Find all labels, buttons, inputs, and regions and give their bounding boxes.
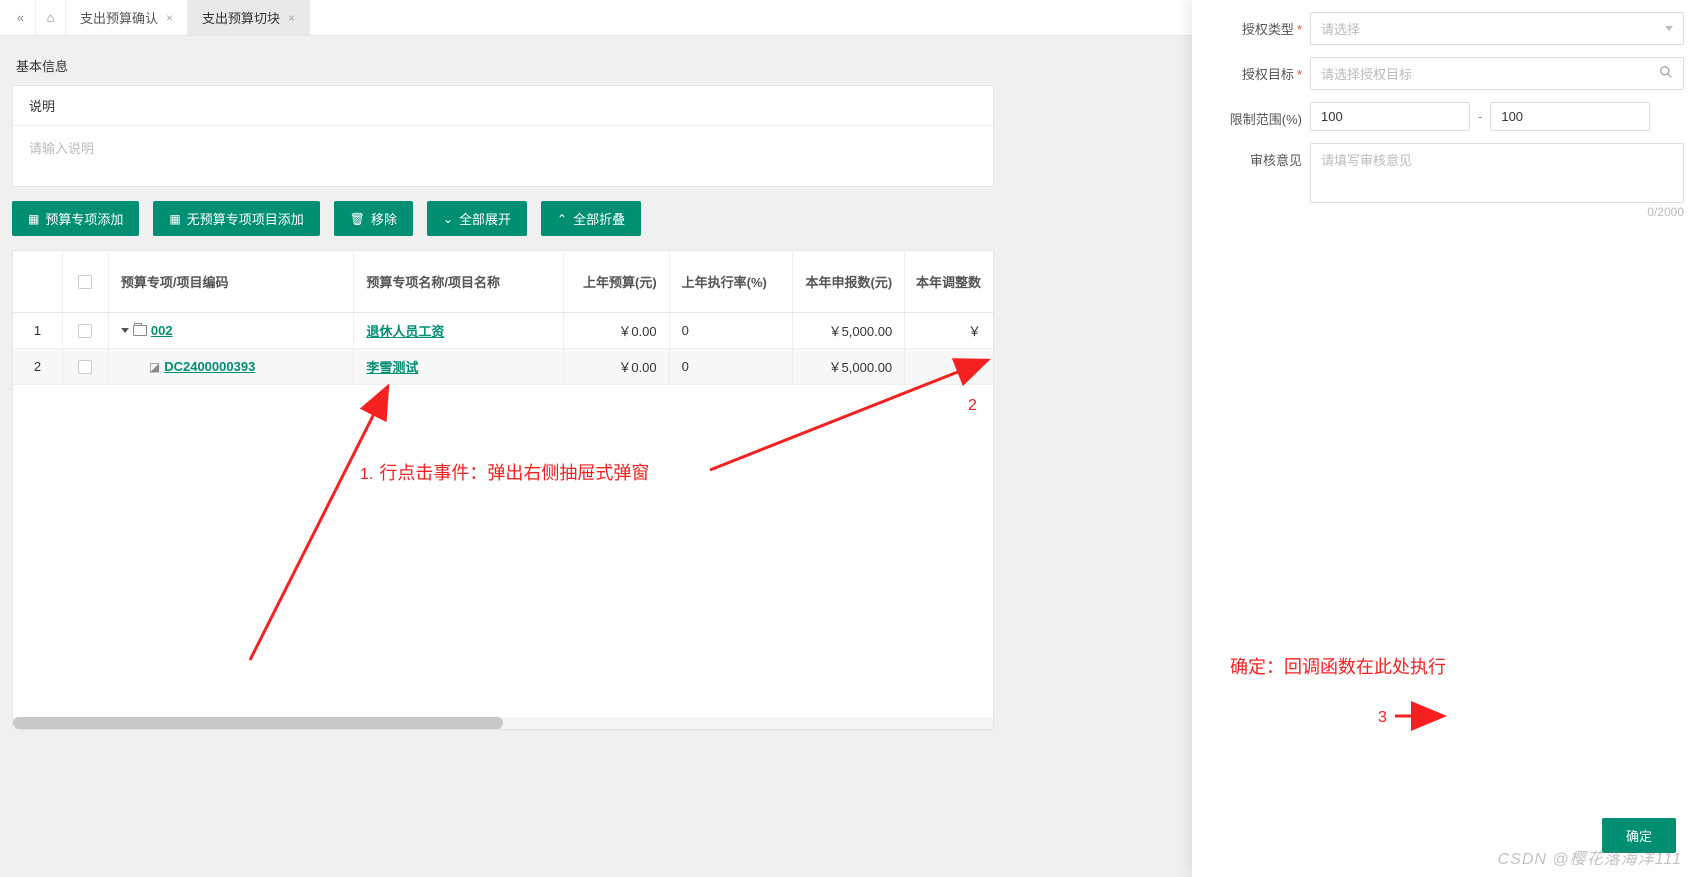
label-review: 审核意见 bbox=[1202, 143, 1310, 169]
main-content: 基本信息 说明 请输入说明 ▦ 预算专项添加 ▦ 无预算专项项目添加 🗑 移除 ⌄ 全部… bbox=[0, 36, 1006, 742]
leaf-icon: ◪ bbox=[149, 360, 160, 374]
folder-icon bbox=[133, 325, 147, 336]
auth-type-select[interactable]: 请选择 bbox=[1310, 12, 1684, 45]
th-name: 预算专项名称/项目名称 bbox=[354, 251, 564, 312]
plus-icon: ▦ bbox=[28, 212, 39, 226]
cell-index: 2 bbox=[13, 349, 63, 384]
tab-expense-block[interactable]: 支出预算切块 × bbox=[188, 0, 310, 35]
char-counter: 0/2000 bbox=[1310, 205, 1684, 219]
h-scrollbar-thumb[interactable] bbox=[13, 717, 503, 729]
caret-down-icon[interactable] bbox=[121, 328, 129, 333]
button-label: 确定 bbox=[1626, 826, 1652, 845]
cell-prev: ￥0.00 bbox=[564, 313, 670, 348]
cell-checkbox bbox=[63, 349, 109, 384]
th-apply: 本年申报数(元) bbox=[793, 251, 905, 312]
expand-all-button[interactable]: ⌄ 全部展开 bbox=[427, 201, 527, 236]
th-prev-rate: 上年执行率(%) bbox=[670, 251, 794, 312]
cell-checkbox bbox=[63, 313, 109, 348]
plus-icon: ▦ bbox=[169, 212, 180, 226]
field-limit-range: 限制范围(%) - bbox=[1202, 102, 1684, 131]
name-link[interactable]: 退休人员工资 bbox=[366, 321, 444, 340]
th-adjust: 本年调整数 bbox=[905, 251, 993, 312]
table-header: 预算专项/项目编码 预算专项名称/项目名称 上年预算(元) 上年执行率(%) 本… bbox=[13, 251, 993, 313]
field-auth-type: 授权类型* 请选择 bbox=[1202, 12, 1684, 45]
button-label: 移除 bbox=[371, 209, 397, 228]
field-review: 审核意见 请填写审核意见 0/2000 bbox=[1202, 143, 1684, 219]
button-label: 全部展开 bbox=[459, 209, 511, 228]
table-row[interactable]: 1 002 退休人员工资 ￥0.00 0 ￥5,000.00 ￥ bbox=[13, 313, 993, 349]
h-scrollbar-track[interactable] bbox=[13, 717, 993, 729]
select-placeholder: 请选择 bbox=[1321, 19, 1360, 38]
row-checkbox[interactable] bbox=[78, 324, 92, 338]
watermark: CSDN @樱花落海洋111 bbox=[1498, 845, 1682, 869]
table-row[interactable]: 2 ◪ DC2400000393 李雪测试 ￥0.00 0 ￥5,000.00 … bbox=[13, 349, 993, 385]
table-toolbar: ▦ 预算专项添加 ▦ 无预算专项项目添加 🗑 移除 ⌄ 全部展开 ⌃ 全部折叠 bbox=[12, 201, 994, 236]
cell-name: 退休人员工资 bbox=[354, 313, 564, 348]
label-auth-target: 授权目标* bbox=[1202, 57, 1310, 83]
chevron-up-icon: ⌃ bbox=[557, 212, 567, 226]
section-basic-info-title: 基本信息 bbox=[16, 56, 990, 75]
button-label: 预算专项添加 bbox=[45, 209, 123, 228]
cell-code: ◪ DC2400000393 bbox=[109, 349, 354, 384]
select-placeholder: 请选择授权目标 bbox=[1321, 64, 1412, 83]
description-input[interactable]: 请输入说明 bbox=[13, 126, 993, 186]
table-body: 1 002 退休人员工资 ￥0.00 0 ￥5,000.00 ￥ 2 bbox=[13, 313, 993, 385]
description-panel: 说明 请输入说明 bbox=[12, 85, 994, 187]
collapse-all-button[interactable]: ⌃ 全部折叠 bbox=[541, 201, 641, 236]
add-special-button[interactable]: ▦ 预算专项添加 bbox=[12, 201, 139, 236]
cell-rate: 0 bbox=[670, 349, 794, 384]
range-separator: - bbox=[1470, 109, 1490, 124]
cell-adjust: ￥ bbox=[905, 349, 993, 384]
home-icon[interactable]: ⌂ bbox=[36, 0, 66, 35]
description-label: 说明 bbox=[13, 86, 993, 126]
chevron-down-icon bbox=[1665, 26, 1673, 31]
chevron-down-icon: ⌄ bbox=[443, 212, 453, 226]
review-textarea[interactable]: 请填写审核意见 bbox=[1310, 143, 1684, 203]
row-checkbox[interactable] bbox=[78, 360, 92, 374]
tab-label: 支出预算确认 bbox=[80, 8, 158, 27]
add-project-button[interactable]: ▦ 无预算专项项目添加 bbox=[153, 201, 319, 236]
cell-name: 李雪测试 bbox=[354, 349, 564, 384]
tab-expense-confirm[interactable]: 支出预算确认 × bbox=[66, 0, 188, 35]
th-index bbox=[13, 251, 63, 312]
cell-apply: ￥5,000.00 bbox=[793, 349, 905, 384]
auth-target-select[interactable]: 请选择授权目标 bbox=[1310, 57, 1684, 90]
trash-icon: 🗑 bbox=[350, 212, 365, 226]
name-link[interactable]: 李雪测试 bbox=[366, 357, 418, 376]
limit-range-from-input[interactable] bbox=[1310, 102, 1470, 131]
close-icon[interactable]: × bbox=[288, 11, 295, 25]
cell-rate: 0 bbox=[670, 313, 794, 348]
button-label: 全部折叠 bbox=[573, 209, 625, 228]
cell-code: 002 bbox=[109, 313, 354, 348]
label-limit-range: 限制范围(%) bbox=[1202, 102, 1310, 128]
cell-adjust: ￥ bbox=[905, 313, 993, 348]
app-root: « ⌂ 支出预算确认 × 支出预算切块 × 基本信息 说明 请输入说明 ▦ 预算专… bbox=[0, 0, 1694, 877]
th-code: 预算专项/项目编码 bbox=[109, 251, 354, 312]
tab-label: 支出预算切块 bbox=[202, 8, 280, 27]
budget-table: 预算专项/项目编码 预算专项名称/项目名称 上年预算(元) 上年执行率(%) 本… bbox=[12, 250, 994, 730]
right-drawer: 授权类型* 请选择 授权目标* 请选择授权目标 限制范围(%) bbox=[1192, 0, 1694, 877]
th-prev-budget: 上年预算(元) bbox=[564, 251, 670, 312]
cell-apply: ￥5,000.00 bbox=[793, 313, 905, 348]
close-icon[interactable]: × bbox=[166, 11, 173, 25]
label-auth-type: 授权类型* bbox=[1202, 12, 1310, 38]
limit-range-to-input[interactable] bbox=[1490, 102, 1650, 131]
tabs-collapse-toggle[interactable]: « bbox=[6, 0, 36, 35]
checkbox-all[interactable] bbox=[78, 275, 92, 289]
code-link[interactable]: DC2400000393 bbox=[164, 359, 255, 374]
cell-index: 1 bbox=[13, 313, 63, 348]
button-label: 无预算专项项目添加 bbox=[187, 209, 304, 228]
cell-prev: ￥0.00 bbox=[564, 349, 670, 384]
remove-button[interactable]: 🗑 移除 bbox=[334, 201, 413, 236]
code-link[interactable]: 002 bbox=[151, 323, 173, 338]
field-auth-target: 授权目标* 请选择授权目标 bbox=[1202, 57, 1684, 90]
search-icon bbox=[1659, 65, 1673, 82]
th-checkbox bbox=[63, 251, 109, 312]
